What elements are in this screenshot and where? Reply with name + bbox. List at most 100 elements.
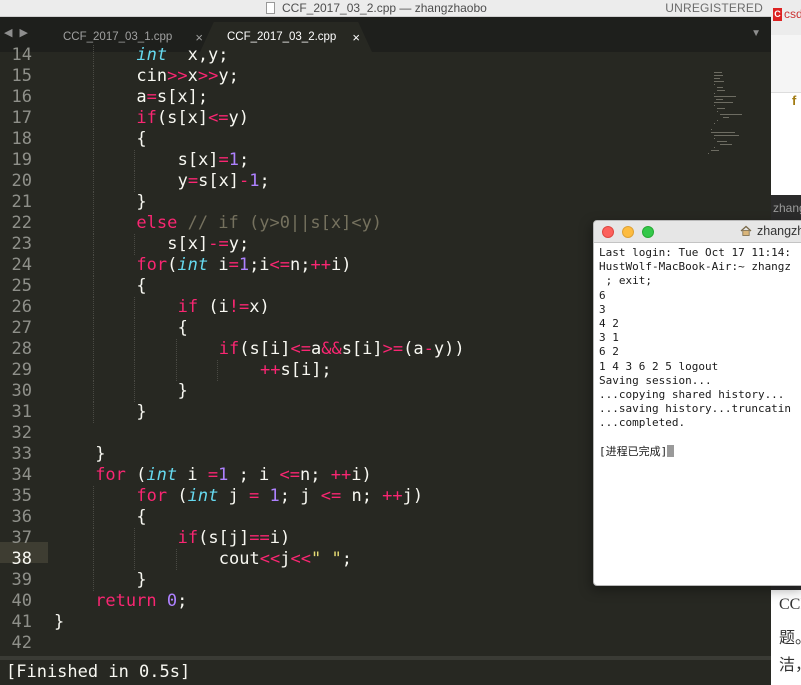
code-line[interactable]: for (int j = 1; j <= n; ++j) <box>136 486 423 507</box>
code-token: -= <box>208 234 229 254</box>
code-line[interactable]: return 0; <box>95 591 187 612</box>
minimap-line <box>714 135 740 136</box>
tab-nav-arrows-icon[interactable]: ◀ ▶ <box>4 26 30 39</box>
code-token: y; <box>228 234 250 254</box>
close-window-icon[interactable] <box>602 226 614 238</box>
code-line[interactable]: s[x]-=y; <box>167 234 249 255</box>
code-token: - <box>423 339 434 359</box>
code-line[interactable]: if(s[j]==i) <box>178 528 291 549</box>
line-number: 29 <box>11 360 32 380</box>
code-token: ( <box>167 486 188 506</box>
code-token: << <box>259 549 281 569</box>
line-number: 35 <box>11 486 32 506</box>
code-token: int <box>146 465 178 485</box>
code-token: { <box>177 318 188 338</box>
code-line[interactable]: cout<<j<<" "; <box>219 549 352 570</box>
code-line[interactable]: else // if (y>0||s[x]<y) <box>136 213 382 234</box>
code-line[interactable]: s[x]=1; <box>178 150 250 171</box>
line-number: 27 <box>11 318 32 338</box>
csdn-logo-icon: C <box>773 8 782 21</box>
code-token: (s[x] <box>156 108 209 128</box>
terminal-titlebar[interactable]: zhangzhaobo <box>594 221 801 243</box>
tab-close-icon[interactable]: × <box>352 30 360 45</box>
code-line[interactable]: y=s[x]-1; <box>178 171 270 192</box>
line-number: 30 <box>11 381 32 401</box>
minimap-line <box>714 84 715 85</box>
minimap-line <box>714 105 715 106</box>
code-token: for <box>136 255 168 275</box>
indent-guide <box>93 381 95 402</box>
code-line[interactable]: } <box>178 381 188 402</box>
code-line[interactable]: for (int i =1 ; i <=n; ++i) <box>95 465 372 486</box>
code-token: = <box>218 150 229 170</box>
indent-guide <box>93 549 95 570</box>
code-line[interactable]: } <box>136 570 146 591</box>
code-token: = <box>228 255 239 275</box>
code-line[interactable]: } <box>136 192 146 213</box>
code-line[interactable]: } <box>136 402 146 423</box>
code-line[interactable]: { <box>136 507 146 528</box>
code-line[interactable]: int x,y; <box>136 45 228 66</box>
indent-guide <box>93 213 95 234</box>
code-token: j) <box>402 486 424 506</box>
code-token: s[i]; <box>280 360 332 380</box>
code-token: >> <box>197 66 219 86</box>
code-token: j <box>280 549 291 569</box>
zoom-window-icon[interactable] <box>642 226 654 238</box>
line-number: 26 <box>11 297 32 317</box>
code-token: i <box>208 255 229 275</box>
code-token: ++ <box>382 486 403 506</box>
code-token: for <box>95 465 126 485</box>
code-line[interactable]: for(int i=1;i<=n;++i) <box>136 255 351 276</box>
minimap-line <box>714 123 715 124</box>
code-token: s[x] <box>177 150 219 170</box>
indent-guide <box>93 171 95 192</box>
code-line[interactable]: if(s[x]<=y) <box>136 108 249 129</box>
code-token: <= <box>279 465 300 485</box>
code-token: y)) <box>433 339 465 359</box>
code-line[interactable]: if (i!=x) <box>178 297 270 318</box>
code-line[interactable]: } <box>54 612 64 633</box>
minimap[interactable] <box>700 52 771 172</box>
minimap-line <box>711 150 720 151</box>
line-number: 41 <box>11 612 32 632</box>
code-line[interactable]: cin>>x>>y; <box>136 66 238 87</box>
line-number: 20 <box>11 171 32 191</box>
background-f-glyph: f <box>792 93 797 108</box>
code-line[interactable]: if(s[i]<=a&&s[i]>=(a-y)) <box>219 339 465 360</box>
code-token: ++ <box>260 360 281 380</box>
tab-close-icon[interactable]: × <box>195 30 203 45</box>
line-number: 14 <box>11 45 32 65</box>
background-header <box>771 35 801 93</box>
code-line[interactable]: { <box>136 129 146 150</box>
code-line[interactable]: { <box>136 276 146 297</box>
window-titlebar[interactable]: CCF_2017_03_2.cpp — zhangzhaobo UNREGIST… <box>0 0 771 17</box>
code-token: return <box>95 591 157 611</box>
minimize-window-icon[interactable] <box>622 226 634 238</box>
code-token: ; i <box>228 465 280 485</box>
code-line[interactable]: a=s[x]; <box>136 87 208 108</box>
code-line[interactable]: ++s[i]; <box>260 360 332 381</box>
minimap-line <box>714 96 736 97</box>
indent-guide <box>93 297 95 318</box>
code-token: if <box>136 108 157 128</box>
background-text-line: 洁， <box>779 657 801 674</box>
terminal-window[interactable]: zhangzhaobo Last login: Tue Oct 17 11:14… <box>593 220 801 586</box>
code-line[interactable]: } <box>95 444 105 465</box>
indent-guide <box>175 339 177 360</box>
line-number: 31 <box>11 402 32 422</box>
code-token: 0 <box>166 591 178 611</box>
code-token: if <box>177 528 199 548</box>
terminal-line: ...completed. <box>599 416 686 430</box>
indent-guide <box>93 234 95 255</box>
code-line[interactable]: { <box>178 318 188 339</box>
tab-dropdown-icon[interactable]: ▼ <box>751 28 761 39</box>
home-icon <box>740 225 752 236</box>
code-token: 1 <box>228 150 240 170</box>
indent-guide <box>134 360 136 381</box>
terminal-output[interactable]: Last login: Tue Oct 17 11:14: HustWolf-Ma… <box>599 246 801 459</box>
code-token: int <box>136 45 168 65</box>
code-token: " " <box>310 549 342 569</box>
code-token: int <box>177 255 209 275</box>
